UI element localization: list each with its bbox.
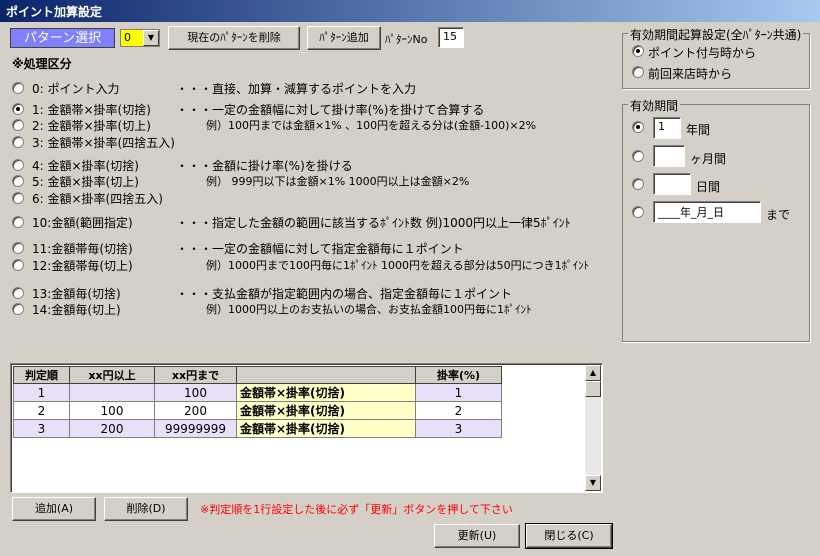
option-radio-3[interactable] (12, 136, 24, 148)
validity-group (622, 104, 810, 342)
option-code-0: 0: ポイント入力 (32, 82, 120, 96)
option-code-1: 1: 金額帯×掛率(切捨) (32, 103, 151, 117)
pattern-combo[interactable]: 0 ▼ (120, 29, 160, 47)
cell-from[interactable]: 100 (69, 401, 155, 420)
start-from-last-visit-label: 前回来店時から (648, 67, 733, 81)
option-code-2: 2: 金額帯×掛率(切上) (32, 119, 151, 133)
option-radio-7[interactable] (12, 216, 24, 228)
pattern-no-label: ﾊﾟﾀｰﾝNo (385, 33, 428, 46)
col-header-to: xx円まで (154, 366, 237, 384)
option-code-9: 12:金額帯毎(切上) (32, 259, 133, 273)
cell-rate[interactable]: 3 (415, 419, 502, 438)
col-header-type (236, 366, 416, 384)
delete-row-button[interactable]: 削除(D) (104, 497, 188, 521)
delete-pattern-button[interactable]: 現在のﾊﾟﾀｰﾝを削除 (168, 26, 300, 50)
cell-order[interactable]: 1 (13, 383, 70, 402)
cell-type[interactable]: 金額帯×掛率(切捨) (236, 419, 416, 438)
months-input[interactable] (653, 145, 685, 167)
section-title: ※処理区分 (12, 57, 72, 71)
update-note: ※判定順を1行設定した後に必ず「更新」ボタンを押して下さい (200, 503, 513, 516)
scroll-down-icon[interactable]: ▼ (585, 475, 601, 491)
option-code-4: 4: 金額×掛率(切捨) (32, 159, 139, 173)
table-row[interactable]: 1 100 金額帯×掛率(切捨) 1 (13, 383, 502, 402)
option-desc-10: ・・・支払金額が指定範囲内の場合、指定金額毎に１ポイント (176, 287, 513, 301)
option-code-8: 11:金額帯毎(切捨) (32, 242, 133, 256)
cell-order[interactable]: 3 (13, 419, 70, 438)
years-unit: 年間 (686, 123, 711, 137)
option-example-9: 例）1000円まで100円毎に1ﾎﾟｲﾝﾄ 1000円を超える部分は50円につき… (206, 259, 590, 272)
option-radio-0[interactable] (12, 82, 24, 94)
cell-from[interactable]: 200 (69, 419, 155, 438)
cell-to[interactable]: 200 (154, 401, 237, 420)
days-input[interactable] (653, 173, 691, 195)
cell-type[interactable]: 金額帯×掛率(切捨) (236, 401, 416, 420)
validity-start-title: 有効期間起算設定(全ﾊﾟﾀｰﾝ共通) (628, 26, 804, 43)
start-from-grant-label: ポイント付与時から (648, 46, 757, 60)
option-desc-1: ・・・一定の金額幅に対して掛け率(%)を掛けて合算する (176, 103, 485, 117)
cell-order[interactable]: 2 (13, 401, 70, 420)
add-row-button[interactable]: 追加(A) (12, 497, 96, 521)
cell-from[interactable] (69, 383, 155, 402)
option-radio-11[interactable] (12, 303, 24, 315)
option-code-7: 10:金額(範囲指定) (32, 216, 133, 230)
cell-rate[interactable]: 2 (415, 401, 502, 420)
years-radio[interactable] (632, 121, 644, 133)
date-suffix: まで (766, 208, 791, 222)
option-radio-8[interactable] (12, 242, 24, 254)
days-radio[interactable] (632, 178, 644, 190)
option-radio-4[interactable] (12, 159, 24, 171)
pattern-combo-value: 0 (124, 31, 131, 44)
grid-scrollbar[interactable]: ▲ ▼ (585, 365, 601, 491)
option-desc-4: ・・・金額に掛け率(%)を掛ける (176, 159, 353, 173)
option-code-5: 5: 金額×掛率(切上) (32, 175, 139, 189)
option-desc-0: ・・・直接、加算・減算するポイントを入力 (176, 82, 417, 96)
table-row[interactable]: 2 100 200 金額帯×掛率(切捨) 2 (13, 401, 502, 420)
date-radio[interactable] (632, 206, 644, 218)
scroll-thumb[interactable] (585, 381, 601, 397)
scroll-up-icon[interactable]: ▲ (585, 365, 601, 381)
option-radio-2[interactable] (12, 119, 24, 131)
years-input[interactable]: 1 (653, 117, 681, 139)
days-unit: 日間 (696, 180, 721, 194)
col-header-order: 判定順 (13, 366, 70, 384)
col-header-from: xx円以上 (69, 366, 155, 384)
date-input[interactable]: ____年_月_日 (653, 201, 761, 223)
option-radio-5[interactable] (12, 175, 24, 187)
cell-type[interactable]: 金額帯×掛率(切捨) (236, 383, 416, 402)
rules-grid[interactable]: 判定順 xx円以上 xx円まで 掛率(%) 1 100 金額帯×掛率(切捨) 1… (10, 363, 603, 493)
option-example-5: 例） 999円以下は金額×1% 1000円以上は金額×2% (206, 175, 470, 188)
start-from-grant-radio[interactable] (632, 45, 644, 57)
chevron-down-icon[interactable]: ▼ (143, 30, 159, 46)
cell-to[interactable]: 100 (154, 383, 237, 402)
option-code-11: 14:金額毎(切上) (32, 303, 121, 317)
option-example-2: 例）100円までは金額×1% 、100円を超える分は(金額-100)×2% (206, 119, 537, 132)
option-desc-8: ・・・一定の金額幅に対して指定金額毎に１ポイント (176, 242, 464, 256)
table-row[interactable]: 3 200 99999999 金額帯×掛率(切捨) 3 (13, 419, 502, 438)
months-radio[interactable] (632, 150, 644, 162)
option-radio-6[interactable] (12, 192, 24, 204)
validity-title: 有効期間 (628, 97, 681, 114)
pattern-select-label: パターン選択 (10, 28, 115, 48)
option-desc-7: ・・・指定した金額の範囲に該当するﾎﾟｲﾝﾄ数 例)1000円以上一律5ﾎﾟｲﾝ… (176, 216, 571, 230)
option-code-3: 3: 金額帯×掛率(四捨五入) (32, 136, 175, 150)
cell-to[interactable]: 99999999 (154, 419, 237, 438)
cell-rate[interactable]: 1 (415, 383, 502, 402)
add-pattern-button[interactable]: ﾊﾟﾀｰﾝ追加 (307, 26, 381, 50)
close-button[interactable]: 閉じる(C) (525, 523, 613, 549)
pattern-no-input[interactable]: 15 (438, 27, 464, 48)
option-code-10: 13:金額毎(切捨) (32, 287, 121, 301)
dialog-window: ポイント加算設定 パターン選択 0 ▼ 現在のﾊﾟﾀｰﾝを削除 ﾊﾟﾀｰﾝ追加 … (0, 0, 820, 556)
months-unit: ヶ月間 (690, 152, 727, 166)
start-from-last-visit-radio[interactable] (632, 66, 644, 78)
update-button[interactable]: 更新(U) (434, 524, 520, 548)
title-bar: ポイント加算設定 (0, 0, 820, 22)
window-title: ポイント加算設定 (6, 5, 103, 19)
option-example-11: 例）1000円以上のお支払いの場合、お支払金額100円毎に1ﾎﾟｲﾝﾄ (206, 303, 532, 316)
col-header-rate: 掛率(%) (415, 366, 502, 384)
option-radio-1[interactable] (12, 103, 24, 115)
option-code-6: 6: 金額×掛率(四捨五入) (32, 192, 163, 206)
option-radio-9[interactable] (12, 259, 24, 271)
option-radio-10[interactable] (12, 287, 24, 299)
